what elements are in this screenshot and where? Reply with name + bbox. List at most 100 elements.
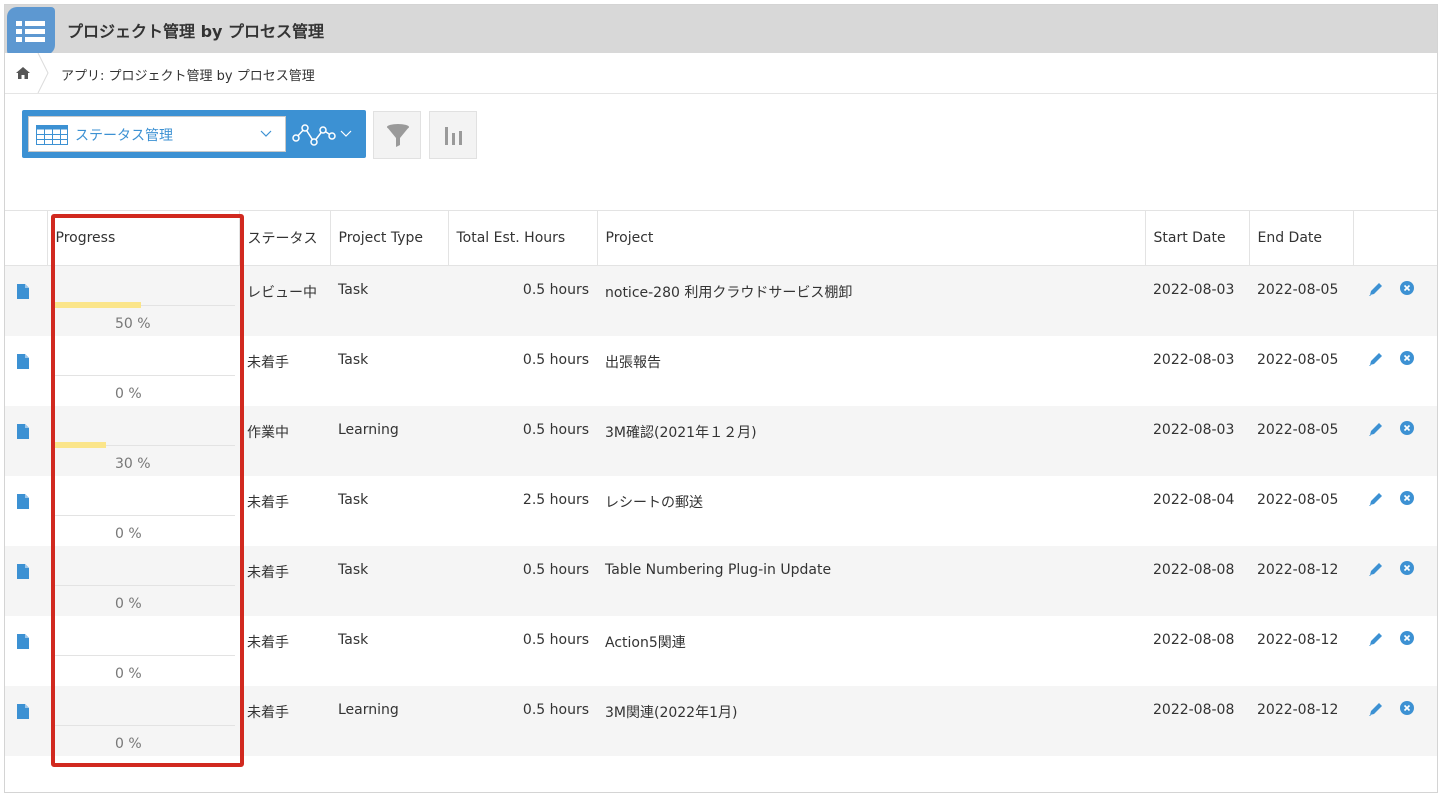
pencil-icon[interactable] xyxy=(1367,560,1385,578)
home-icon[interactable] xyxy=(15,65,31,81)
view-label: ステータス管理 xyxy=(75,128,173,144)
table-row[interactable]: 0 % 未着手 Task 0.5 hours Action5関連 2022-08-08 20… xyxy=(5,615,1437,686)
progress-label: 0 % xyxy=(115,735,142,752)
progress-cell: 50 % xyxy=(47,265,239,336)
status-cell: 未着手 xyxy=(239,475,330,546)
delete-icon[interactable] xyxy=(1399,280,1415,296)
pencil-icon[interactable] xyxy=(1367,700,1385,718)
header-end-date[interactable]: End Date xyxy=(1249,210,1354,266)
table-row[interactable]: 50 % レビュー中 Task 0.5 hours notice-280 利用クラウドサ… xyxy=(5,265,1437,336)
header-start-date[interactable]: Start Date xyxy=(1145,210,1250,266)
row-detail-cell[interactable] xyxy=(5,475,47,546)
hours-cell: 0.5 hours xyxy=(448,335,597,406)
project-cell: 3M確認(2021年１２月) xyxy=(597,405,1145,476)
progress-label: 0 % xyxy=(115,525,142,542)
row-detail-cell[interactable] xyxy=(5,615,47,686)
project-type-cell: Task xyxy=(330,265,448,336)
header-status[interactable]: ステータス xyxy=(239,210,331,266)
start-date-cell: 2022-08-04 xyxy=(1145,475,1249,546)
end-date-cell: 2022-08-12 xyxy=(1249,685,1353,756)
header-project[interactable]: Project xyxy=(597,210,1146,266)
view-selector: ステータス管理 xyxy=(22,110,366,158)
header-total-est-hours[interactable]: Total Est. Hours xyxy=(448,210,598,266)
status-cell: 未着手 xyxy=(239,685,330,756)
filter-button[interactable] xyxy=(373,111,421,159)
breadcrumb-app-link[interactable]: アプリ: プロジェクト管理 by プロセス管理 xyxy=(61,65,315,84)
document-icon[interactable] xyxy=(17,493,29,509)
delete-icon[interactable] xyxy=(1399,560,1415,576)
table-row[interactable]: 30 % 作業中 Learning 0.5 hours 3M確認(2021年１２月) 20… xyxy=(5,405,1437,476)
document-icon[interactable] xyxy=(17,633,29,649)
project-cell: Action5関連 xyxy=(597,615,1145,686)
toolbar: ステータス管理 xyxy=(5,94,1437,210)
pencil-icon[interactable] xyxy=(1367,420,1385,438)
table-view-icon xyxy=(36,125,68,145)
progress-label: 0 % xyxy=(115,385,142,402)
end-date-cell: 2022-08-05 xyxy=(1249,475,1353,546)
progress-label: 0 % xyxy=(115,595,142,612)
table-row[interactable]: 0 % 未着手 Task 2.5 hours レシートの郵送 2022-08-04 2022… xyxy=(5,475,1437,546)
start-date-cell: 2022-08-03 xyxy=(1145,335,1249,406)
hours-cell: 0.5 hours xyxy=(448,405,597,476)
row-detail-cell[interactable] xyxy=(5,405,47,476)
project-type-cell: Task xyxy=(330,475,448,546)
document-icon[interactable] xyxy=(17,703,29,719)
delete-icon[interactable] xyxy=(1399,700,1415,716)
table-row[interactable]: 0 % 未着手 Task 0.5 hours 出張報告 2022-08-03 2022-08… xyxy=(5,335,1437,406)
end-date-cell: 2022-08-12 xyxy=(1249,615,1353,686)
progress-cell: 0 % xyxy=(47,475,239,546)
status-cell: 未着手 xyxy=(239,545,330,616)
header-progress[interactable]: Progress xyxy=(46,210,240,266)
progress-track xyxy=(53,374,235,376)
delete-icon[interactable] xyxy=(1399,350,1415,366)
row-detail-cell[interactable] xyxy=(5,265,47,336)
table-row[interactable]: 0 % 未着手 Task 0.5 hours Table Numbering Plug-… xyxy=(5,545,1437,616)
project-cell: レシートの郵送 xyxy=(597,475,1145,546)
row-detail-cell[interactable] xyxy=(5,545,47,616)
graph-chart-button[interactable] xyxy=(429,111,477,159)
breadcrumb-separator xyxy=(37,53,49,93)
view-dropdown[interactable]: ステータス管理 xyxy=(28,116,286,152)
row-detail-cell[interactable] xyxy=(5,335,47,406)
pencil-icon[interactable] xyxy=(1367,490,1385,508)
header-project-type[interactable]: Project Type xyxy=(330,210,449,266)
end-date-cell: 2022-08-05 xyxy=(1249,265,1353,336)
document-icon[interactable] xyxy=(17,284,29,299)
records-table: Progress ステータス Project Type Total Est. H… xyxy=(5,210,1437,756)
progress-cell: 0 % xyxy=(47,615,239,686)
row-actions xyxy=(1353,685,1437,756)
app-header: プロジェクト管理 by プロセス管理 xyxy=(5,5,1437,55)
progress-cell: 0 % xyxy=(47,685,239,756)
pencil-icon[interactable] xyxy=(1367,280,1385,298)
document-icon[interactable] xyxy=(17,563,29,579)
table-row[interactable]: 0 % 未着手 Learning 0.5 hours 3M関連(2022年1月) 2022… xyxy=(5,685,1437,756)
row-actions xyxy=(1353,615,1437,686)
app-title: プロジェクト管理 by プロセス管理 xyxy=(67,22,325,41)
status-cell: 未着手 xyxy=(239,335,330,406)
hours-cell: 0.5 hours xyxy=(448,265,597,336)
delete-icon[interactable] xyxy=(1399,490,1415,506)
filter-icon xyxy=(387,124,409,147)
hours-cell: 2.5 hours xyxy=(448,475,597,546)
project-cell: Table Numbering Plug-in Update xyxy=(597,545,1145,616)
project-cell: 3M関連(2022年1月) xyxy=(597,685,1145,756)
graph-chevron-down-icon[interactable] xyxy=(340,130,352,138)
header-actions xyxy=(1353,210,1437,266)
delete-icon[interactable] xyxy=(1399,630,1415,646)
progress-bar xyxy=(53,441,106,448)
project-type-cell: Task xyxy=(330,545,448,616)
start-date-cell: 2022-08-08 xyxy=(1145,685,1249,756)
graph-icon[interactable] xyxy=(292,120,336,148)
row-detail-cell[interactable] xyxy=(5,685,47,756)
row-actions xyxy=(1353,265,1437,336)
row-actions xyxy=(1353,335,1437,406)
pencil-icon[interactable] xyxy=(1367,630,1385,648)
hours-cell: 0.5 hours xyxy=(448,685,597,756)
document-icon[interactable] xyxy=(17,423,29,439)
status-cell: 未着手 xyxy=(239,615,330,686)
document-icon[interactable] xyxy=(17,353,29,369)
pencil-icon[interactable] xyxy=(1367,350,1385,368)
app-list-icon[interactable] xyxy=(7,7,55,55)
progress-track xyxy=(53,514,235,516)
delete-icon[interactable] xyxy=(1399,420,1415,436)
